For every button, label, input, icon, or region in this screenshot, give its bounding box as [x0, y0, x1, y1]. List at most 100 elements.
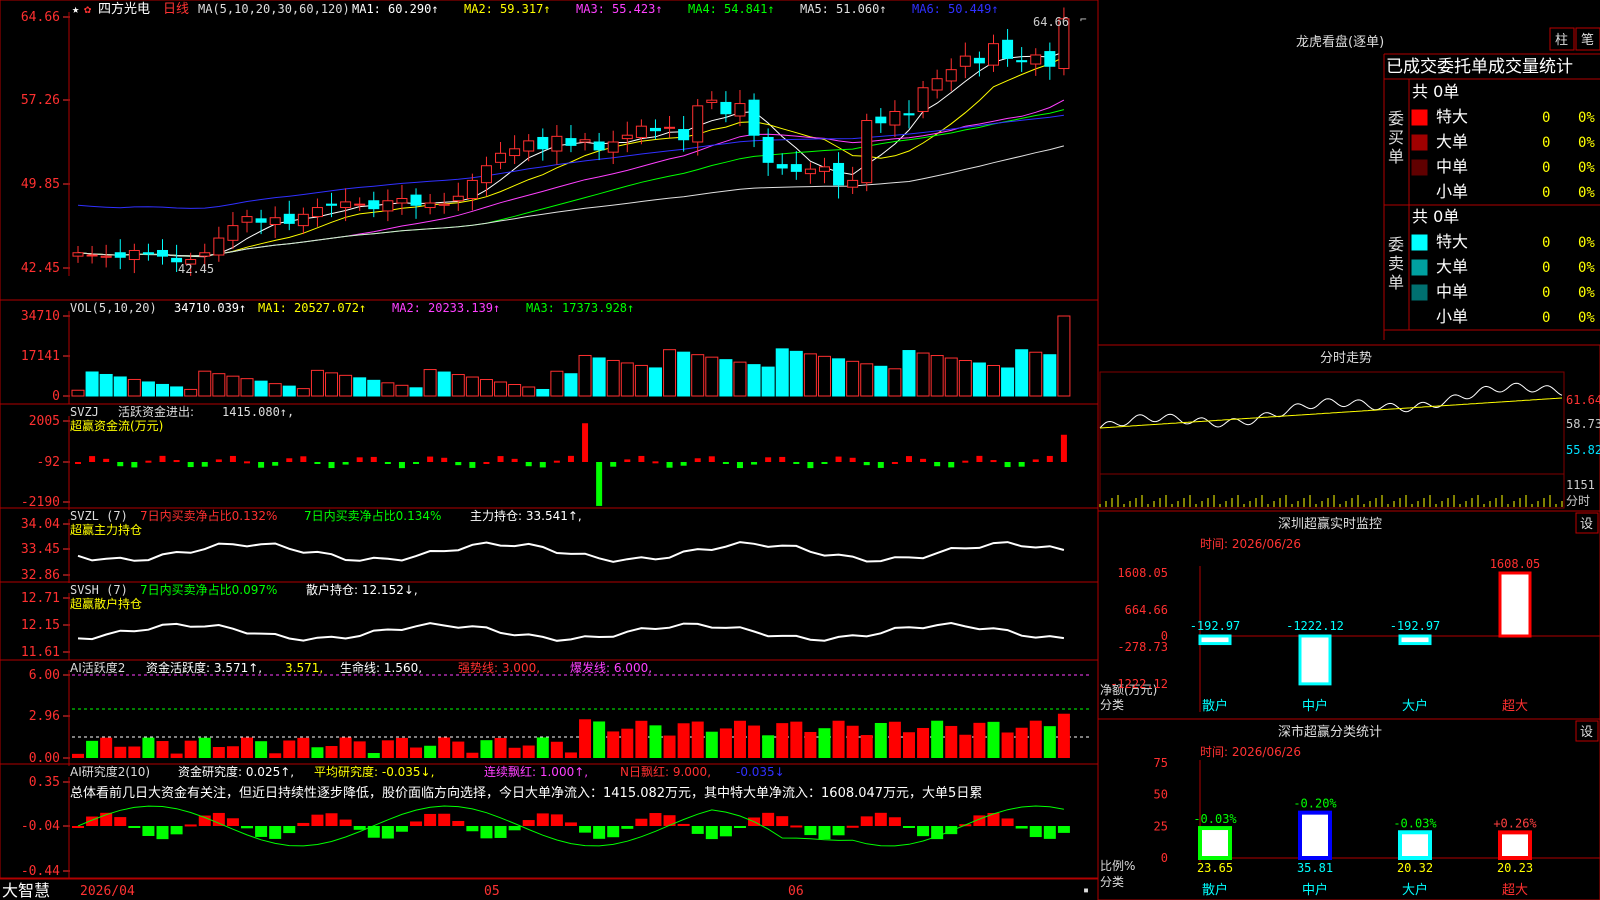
monitor-bar	[1498, 571, 1532, 638]
kline-pane[interactable]: ★ ✿ 四方光电 日线 MA(5,10,20,30,60,120) MA1: 60…	[0, 0, 1099, 301]
candle-body	[959, 55, 971, 67]
research-bar	[536, 813, 549, 826]
favorite-star-icon[interactable]: ★	[72, 2, 79, 16]
svsh-pane[interactable]: SVSH (7) 7日内买卖净占比0.097% 散户持仓: 12.152↓, 超…	[0, 581, 1099, 661]
activity-bar	[832, 720, 845, 758]
research-bar	[564, 822, 577, 826]
intraday-vol-unit: 分时	[1566, 494, 1590, 508]
category-change-label: -0.03%	[1393, 816, 1437, 830]
research-bar	[170, 826, 183, 835]
research-bar	[888, 817, 901, 826]
y-tick-label: 6.00	[29, 668, 60, 683]
activity-bar	[311, 747, 324, 758]
svsh-line	[77, 621, 1065, 642]
y-tick-label: 49.85	[21, 177, 60, 192]
ma-legend-value: 54.841↑	[724, 2, 775, 16]
volume-bar	[170, 386, 184, 397]
svzl-pane[interactable]: SVZL (7) 7日内买卖净占比0.132% 7日内买卖净占比0.134% 主…	[0, 507, 1099, 583]
vol-y-axis: 34710 17141 0	[21, 309, 70, 404]
column-view-button-label: 柱	[1555, 33, 1568, 48]
category-tick: 0	[1161, 851, 1168, 865]
svg-text:委: 委	[1388, 109, 1404, 128]
svzj-bar	[877, 462, 884, 468]
svzj-bar	[765, 457, 772, 462]
kline-candles[interactable]	[72, 7, 1070, 276]
svzj-bar	[779, 456, 786, 462]
category-bar	[1198, 826, 1232, 861]
research-bar	[635, 818, 648, 826]
monitor-bar	[1398, 634, 1432, 646]
ma-line	[77, 51, 1065, 258]
activity-bar	[100, 737, 113, 758]
stock-chart-main[interactable]: ★ ✿ 四方光电 日线 MA(5,10,20,30,60,120) MA1: 60…	[0, 0, 1600, 900]
research-bar	[776, 816, 789, 826]
activity-bar	[438, 737, 451, 758]
dragon-title: 龙虎看盘(逐单)	[1296, 34, 1384, 50]
activity-bar	[846, 725, 859, 758]
svzj-bar	[145, 460, 152, 463]
svzj-bar	[272, 462, 279, 466]
ai1-t3: 生命线: 1.560,	[340, 660, 422, 675]
activity-bar	[269, 753, 282, 758]
sell-side-label: 委卖单	[1388, 235, 1404, 292]
volume-bar	[958, 360, 972, 397]
row-pct: 0%	[1578, 185, 1595, 201]
svzj-bar	[328, 462, 335, 469]
volume-bar	[85, 371, 99, 397]
research-bar	[931, 826, 944, 840]
activity-bar	[522, 745, 535, 758]
y-tick-label: 12.15	[21, 618, 60, 633]
svzj-bar	[427, 456, 434, 462]
activity-bar	[677, 723, 690, 758]
activity-bar	[973, 722, 986, 758]
volume-bar	[944, 357, 958, 397]
legend-swatch	[1411, 109, 1428, 126]
svzj-bar	[920, 458, 927, 462]
intraday-chart[interactable]	[1099, 371, 1565, 509]
svzl-y-axis: 34.04 33.45 32.86	[21, 517, 70, 583]
y-tick-label: 11.61	[21, 645, 60, 660]
ai-activity-pane[interactable]: AI活跃度2 资金活跃度: 3.571↑, 3.571, 生命线: 1.560,…	[0, 659, 1099, 766]
settings-icon[interactable]: ✿	[84, 2, 92, 16]
svzj-bar	[948, 462, 955, 468]
candle-body	[157, 249, 169, 257]
svzj-bar	[455, 462, 462, 466]
volume-bar	[254, 380, 268, 397]
svzj-pane[interactable]: SVZJ 活跃资金进出: 1415.080↑, 超赢资金流(万元) 2005 -9…	[0, 403, 1099, 510]
volume-bar	[1043, 354, 1057, 397]
svzj-bar	[962, 460, 969, 463]
research-bar	[550, 814, 563, 826]
candle-body	[452, 195, 464, 202]
svzj-subtitle: 超赢资金流(万元)	[70, 418, 163, 433]
candle-body	[480, 165, 492, 184]
activity-bar	[128, 746, 141, 758]
svzl-line	[77, 541, 1065, 563]
svzj-bar	[215, 459, 222, 462]
ai1-bars	[72, 674, 1090, 758]
date-start-label: 2026/04	[80, 884, 135, 899]
candle-body	[241, 216, 253, 223]
category-ylabel: 比例%	[1100, 859, 1135, 873]
ai-research-pane[interactable]: AI研究度2(10) 资金研究度: 0.025↑, 平均研究度: -0.035↓…	[0, 763, 1099, 879]
svzj-bar	[694, 458, 701, 462]
candle-body	[410, 194, 422, 206]
ma-legend-label: MA5:	[800, 2, 829, 16]
candle-body	[114, 252, 126, 258]
y-tick-label: 34.04	[21, 517, 60, 532]
right-panel[interactable]: 龙虎看盘(逐单) 柱 笔 已成交委托单成交量统计 委买单 委卖单 共 0单 共 …	[1097, 0, 1600, 900]
row-pct: 0%	[1578, 235, 1595, 251]
volume-bar	[761, 366, 775, 397]
ma-legend: MA1: 60.290↑ MA2: 59.317↑ MA3: 55.423↑ MA4: 54.…	[352, 2, 999, 16]
volume-bar	[508, 384, 522, 397]
activity-bar	[1015, 727, 1028, 758]
ai2-t3: 连续飘红: 1.000↑,	[484, 764, 588, 779]
volume-bar	[860, 363, 874, 397]
category-name-label: 超大	[1502, 883, 1528, 898]
candle-body	[382, 200, 394, 212]
candle-body	[664, 126, 676, 129]
research-bar	[607, 826, 620, 838]
vol-pane[interactable]: VOL(5,10,20) 34710.039↑ MA1: 20527.072↑ MA…	[0, 299, 1099, 405]
research-bar	[86, 816, 99, 826]
svzj-y-axis: 2005-92-2190	[21, 414, 70, 510]
candle-body	[100, 255, 112, 258]
